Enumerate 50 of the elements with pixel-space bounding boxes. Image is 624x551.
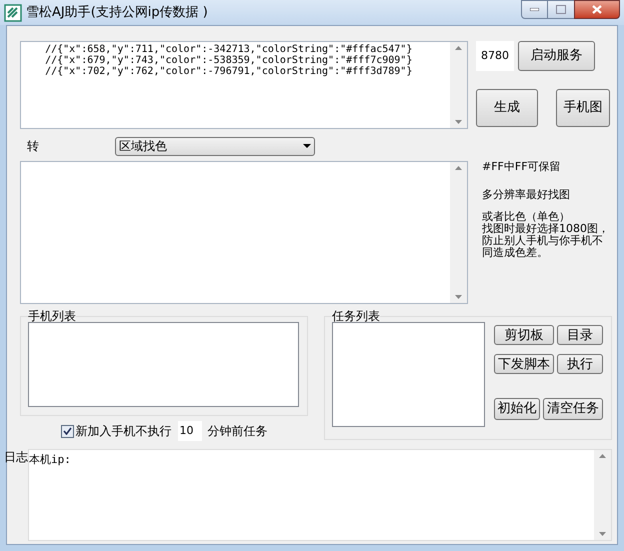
hint-text: 找图时最好选择1080图，防止别人手机与你手机不同造成色差。 <box>482 223 610 259</box>
log-label: 日志 <box>4 449 28 466</box>
close-icon <box>592 5 602 14</box>
action-button[interactable]: 剪切板 <box>494 325 554 345</box>
code-line: //{"x":679,"y":743,"color":-538359,"colorString":"#fff7c909"} <box>44 55 414 66</box>
checkbox-label: 新加入手机不执行 <box>76 423 172 440</box>
code-line: //{"x":658,"y":711,"color":-342713,"colorString":"#fffac547"} <box>44 44 414 55</box>
action-button[interactable]: 下发脚本 <box>494 354 554 374</box>
code-line: //{"x":702,"y":762,"color":-796791,"colorString":"#fff3d789"} <box>44 66 414 77</box>
minimize-icon <box>530 8 539 11</box>
scroll-up-icon[interactable] <box>455 166 462 170</box>
action-button[interactable]: 初始化 <box>494 398 540 420</box>
scrollbar[interactable] <box>450 162 467 303</box>
close-button[interactable] <box>574 0 620 19</box>
log-text-area[interactable]: 本机ip: <box>28 449 612 541</box>
maximize-button[interactable] <box>548 0 574 19</box>
minimize-button[interactable] <box>521 0 548 19</box>
group-title: 任务列表 <box>332 309 380 323</box>
phone-list[interactable] <box>28 322 299 407</box>
hint-text: 或者比色（单色） <box>482 211 571 223</box>
scroll-down-icon[interactable] <box>455 295 462 299</box>
hint-text: #FF中FF可保留 <box>482 161 562 173</box>
scrollbar[interactable] <box>594 450 611 540</box>
checkbox[interactable] <box>60 424 74 438</box>
action-button[interactable]: 启动服务 <box>518 41 595 71</box>
check-icon <box>62 427 72 435</box>
action-button[interactable]: 清空任务 <box>543 398 603 420</box>
scrollbar[interactable] <box>450 42 467 128</box>
mode-dropdown[interactable]: 区域找色 <box>115 136 315 156</box>
action-button[interactable]: 目录 <box>557 325 603 345</box>
log-text: 本机ip: <box>29 453 71 466</box>
group-title: 手机列表 <box>28 309 76 323</box>
task-list[interactable] <box>332 322 485 427</box>
scroll-up-icon[interactable] <box>455 46 462 50</box>
convert-label: 转 <box>27 138 40 155</box>
minutes-field[interactable]: 10 <box>178 421 202 441</box>
maximize-icon <box>556 5 566 14</box>
scroll-down-icon[interactable] <box>599 532 606 536</box>
app-icon <box>4 4 22 22</box>
action-button[interactable]: 执行 <box>557 354 603 374</box>
dropdown-arrow-icon <box>303 144 311 148</box>
code-text-area[interactable]: //{"x":658,"y":711,"color":-342713,"colorString":"#fffac547"} //{"x":679,"y":743,"color":-538359,"colorString":"#fff7c909"} //{"x":702,"y":762,"color":-796791,"colorString":"#fff3d789"} <box>20 41 468 129</box>
hint-text: 多分辨率最好找图 <box>482 189 571 201</box>
action-button[interactable]: 生成 <box>476 89 538 127</box>
action-button[interactable]: 手机图 <box>556 89 610 127</box>
window-title: 雪松AJ助手(支持公网ip传数据 ) <box>26 4 208 22</box>
scroll-up-icon[interactable] <box>599 454 606 458</box>
minutes-label: 分钟前任务 <box>208 423 268 440</box>
port-field[interactable]: 8780 <box>476 41 514 71</box>
scroll-down-icon[interactable] <box>455 120 462 124</box>
